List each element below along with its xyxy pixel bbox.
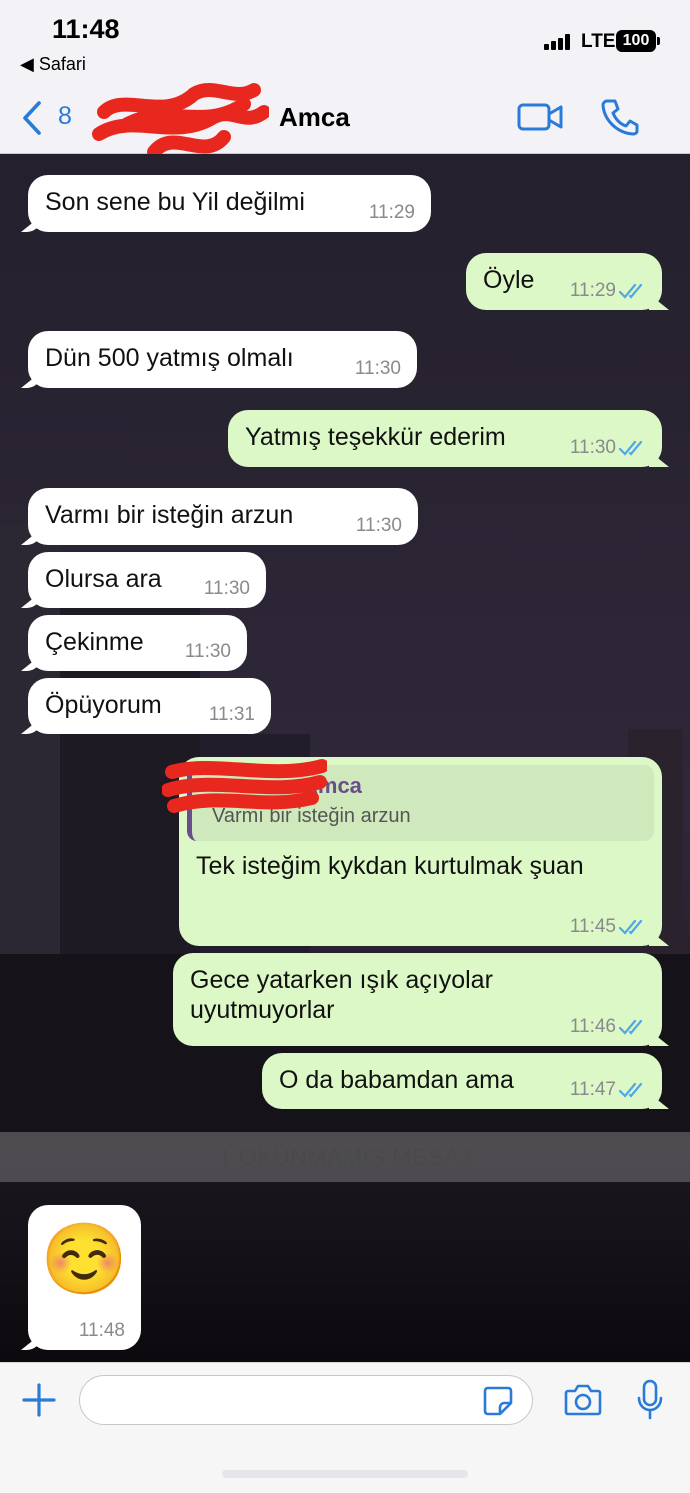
- status-time: 11:48: [52, 14, 120, 44]
- message-input[interactable]: [79, 1375, 533, 1425]
- read-receipt-icon: [619, 1082, 643, 1098]
- outgoing-message[interactable]: Yatmış teşekkür ederim 11:30: [228, 410, 662, 467]
- redaction-scribble: [162, 759, 327, 813]
- read-receipt-icon: [619, 440, 643, 456]
- message-time: 11:45: [569, 916, 616, 937]
- outgoing-message[interactable]: Gece yatarken ışık açıyolar uyutmuyorlar…: [173, 953, 662, 1046]
- back-chevron-icon[interactable]: [20, 100, 44, 136]
- plus-icon[interactable]: [22, 1383, 56, 1417]
- incoming-message[interactable]: Olursa ara 11:30: [28, 552, 266, 608]
- smiling-face-emoji: ☺️: [40, 1218, 129, 1300]
- unread-count[interactable]: 8: [58, 102, 72, 131]
- message-text: Yatmış teşekkür ederim: [245, 423, 506, 451]
- message-text: Gece yatarken ışık açıyolar uyutmuyorlar: [190, 966, 493, 1024]
- message-text: Varmı bir isteğin arzun: [45, 501, 294, 529]
- incoming-message[interactable]: Öpüyorum 11:31: [28, 678, 271, 734]
- video-call-icon[interactable]: [517, 102, 563, 132]
- outgoing-message[interactable]: Öyle 11:29: [466, 253, 662, 310]
- camera-icon[interactable]: [564, 1383, 602, 1417]
- message-text: Tek isteğim kykdan kurtulmak şuan: [196, 852, 584, 880]
- message-text: Öyle: [483, 266, 535, 294]
- incoming-emoji-message[interactable]: ☺️ 11:48: [28, 1205, 141, 1350]
- message-time: 11:47: [569, 1079, 616, 1100]
- message-time: 11:30: [203, 578, 250, 599]
- sticker-icon[interactable]: [482, 1385, 514, 1417]
- network-type: LTE: [581, 31, 616, 52]
- message-text: O da babamdan ama: [279, 1066, 514, 1094]
- battery-tip: [657, 37, 660, 45]
- contact-name[interactable]: Amca: [279, 102, 350, 133]
- message-time: 11:48: [78, 1320, 125, 1341]
- battery-icon: 100: [616, 30, 656, 52]
- message-time: 11:29: [368, 202, 415, 223]
- redaction-scribble: [92, 83, 269, 159]
- message-text: Öpüyorum: [45, 691, 162, 719]
- read-receipt-icon: [619, 1019, 643, 1035]
- message-text: Dün 500 yatmış olmalı: [45, 344, 294, 372]
- signal-icon: [544, 34, 574, 50]
- back-to-safari-link[interactable]: ◀ Safari: [20, 54, 86, 75]
- incoming-message[interactable]: Son sene bu Yil değilmi 11:29: [28, 175, 431, 232]
- home-indicator: [222, 1470, 468, 1478]
- message-time: 11:30: [184, 641, 231, 662]
- phone-call-icon[interactable]: [601, 98, 639, 136]
- message-time: 11:31: [208, 704, 255, 725]
- read-receipt-icon: [619, 283, 643, 299]
- incoming-message[interactable]: Dün 500 yatmış olmalı 11:30: [28, 331, 417, 388]
- read-receipt-icon: [619, 919, 643, 935]
- message-text: Son sene bu Yil değilmi: [45, 188, 305, 216]
- microphone-icon[interactable]: [636, 1379, 664, 1421]
- outgoing-message[interactable]: O da babamdan ama 11:47: [262, 1053, 662, 1109]
- message-time: 11:30: [569, 437, 616, 458]
- message-time: 11:46: [569, 1016, 616, 1037]
- status-bar: 11:48 ◀ Safari LTE 100: [0, 0, 690, 82]
- message-text: Çekinme: [45, 628, 144, 656]
- unread-messages-banner: 1 OKUNMAMIŞ MESAJ: [0, 1132, 690, 1182]
- message-time: 11:30: [354, 358, 401, 379]
- incoming-message[interactable]: Varmı bir isteğin arzun 11:30: [28, 488, 418, 545]
- incoming-message[interactable]: Çekinme 11:30: [28, 615, 247, 671]
- message-time: 11:29: [569, 280, 616, 301]
- message-time: 11:30: [355, 515, 402, 536]
- message-text: Olursa ara: [45, 565, 162, 593]
- chat-header: 8 Amca: [0, 82, 690, 159]
